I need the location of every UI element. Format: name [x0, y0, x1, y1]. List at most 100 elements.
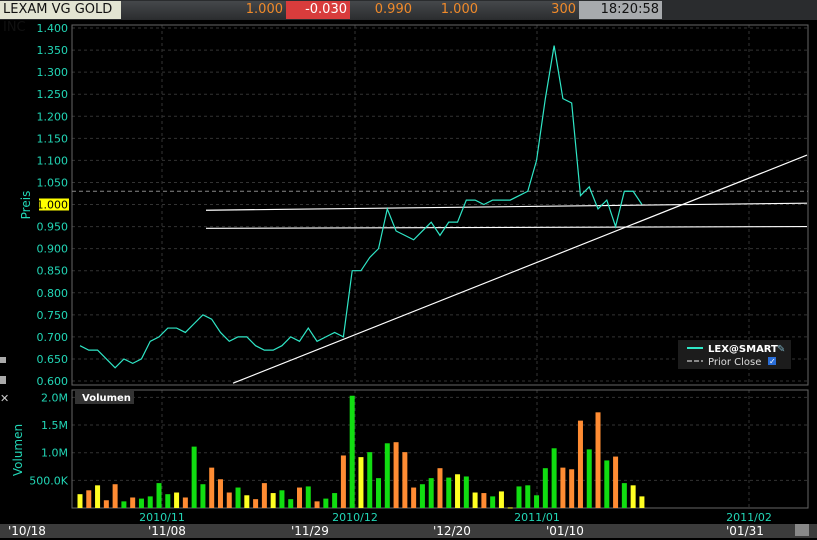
- check-icon: ✓: [769, 357, 776, 366]
- volume-bar: [226, 492, 232, 508]
- volume-title: Volumen: [82, 393, 131, 404]
- volume-bar: [428, 478, 434, 508]
- price-tick-label: 0.750: [37, 309, 69, 322]
- price-tick-label: 1.300: [37, 66, 69, 79]
- volume-bar: [191, 446, 197, 508]
- volume-bar: [332, 493, 338, 508]
- volume-bar: [200, 484, 206, 508]
- volume-bar: [411, 487, 417, 508]
- volume-bar: [182, 497, 188, 508]
- volume-tick-label: 500.0K: [29, 474, 68, 487]
- volume-bar: [455, 474, 461, 508]
- price-tick-label: 1.350: [37, 44, 69, 57]
- volume-bar: [86, 490, 92, 508]
- volume-bar: [604, 460, 610, 508]
- date-axis: 2010/11 2010/12 2011/01 2011/02: [139, 511, 772, 524]
- date-tick-label: 2011/01: [514, 511, 560, 524]
- price-tick-label: 1.250: [37, 88, 69, 101]
- price-axis-label: Preis: [19, 191, 33, 220]
- volume-bar: [95, 485, 101, 508]
- volume-bar: [586, 449, 592, 508]
- price-tick-label: 0.950: [37, 221, 69, 234]
- volume-bar: [613, 456, 619, 508]
- volume-bar: [156, 483, 162, 508]
- volume-bar: [560, 467, 566, 508]
- scroll-label: '11/29: [291, 524, 329, 538]
- volume-tick-label: 2.0M: [41, 391, 68, 404]
- volume-bar: [498, 491, 504, 508]
- price-axis: 0.600 0.650 0.700 0.750 0.800 0.850 0.900 0.950…: [37, 22, 69, 388]
- volume-bar: [402, 452, 408, 508]
- volume-bar: [639, 496, 645, 508]
- volume-bar: [542, 468, 548, 508]
- volume-axis-label: Volumen: [11, 424, 25, 476]
- date-tick-label: 2011/02: [726, 511, 772, 524]
- close-panel-icon[interactable]: ✕: [0, 392, 9, 405]
- scroll-label: '11/08: [148, 524, 186, 538]
- scroll-label: '10/18: [8, 524, 46, 538]
- volume-bar: [393, 442, 399, 508]
- volume-bar: [367, 452, 373, 508]
- volume-bar: [323, 498, 329, 508]
- volume-bar: [77, 494, 83, 508]
- wrench-icon[interactable]: ✎: [777, 344, 785, 355]
- collapse-icon[interactable]: [0, 357, 6, 363]
- volume-bar: [463, 476, 469, 508]
- lock-icon[interactable]: [0, 376, 6, 384]
- price-tick-label: 1.200: [37, 110, 69, 123]
- volume-bar: [209, 467, 215, 508]
- price-tick-label: 1.100: [37, 154, 69, 167]
- volume-bar: [261, 483, 267, 508]
- volume-bar: [103, 500, 109, 508]
- price-tick-label: 0.650: [37, 353, 69, 366]
- volume-bar: [130, 497, 136, 508]
- scroll-end-handle[interactable]: [795, 524, 809, 536]
- volume-bar: [349, 395, 355, 508]
- price-tick-label: 0.900: [37, 243, 69, 256]
- volume-bar: [165, 494, 171, 508]
- volume-tick-label: 1.0M: [41, 447, 68, 460]
- scroll-label: '01/10: [546, 524, 584, 538]
- price-tick-label: 0.800: [37, 287, 69, 300]
- volume-bar: [340, 455, 346, 508]
- volume-grid: [72, 396, 808, 481]
- volume-bar: [112, 484, 118, 508]
- volume-bar: [630, 485, 636, 508]
- volume-bar: [472, 492, 478, 508]
- volume-bar: [551, 448, 557, 508]
- volume-bar: [595, 412, 601, 508]
- price-tick-label: 0.850: [37, 265, 69, 278]
- volume-axis: 500.0K 1.0M 1.5M 2.0M: [29, 391, 68, 487]
- volume-bar: [270, 493, 276, 508]
- volume-bar: [297, 487, 302, 508]
- volume-bar: [253, 499, 259, 508]
- price-tick-label: 1.150: [37, 132, 69, 145]
- volume-bar: [147, 496, 153, 508]
- price-tick-label: 0.700: [37, 331, 69, 344]
- volume-bar: [446, 477, 452, 508]
- date-tick-label: 2010/11: [139, 511, 185, 524]
- volume-bars: [77, 395, 645, 509]
- volume-bar: [577, 420, 583, 508]
- time-scrollbar[interactable]: '10/18 '11/08 '11/29 '12/20 '01/10 '01/3…: [0, 524, 817, 538]
- volume-bar: [481, 493, 487, 508]
- price-tick-label: 0.600: [37, 375, 69, 388]
- volume-bar: [490, 496, 496, 508]
- volume-bar: [384, 443, 390, 508]
- volume-bar: [235, 487, 241, 508]
- date-tick-label: 2010/12: [332, 511, 378, 524]
- volume-tick-label: 1.5M: [41, 419, 68, 432]
- price-tick-label: 1.000: [37, 199, 69, 212]
- volume-bar: [244, 495, 250, 508]
- volume-bar: [358, 457, 364, 508]
- price-volume-chart: 0.600 0.650 0.700 0.750 0.800 0.850 0.900 0.950…: [0, 22, 809, 524]
- volume-bar: [279, 490, 285, 508]
- volume-bar: [376, 478, 382, 508]
- volume-bar: [534, 495, 540, 508]
- scroll-label: '01/31: [726, 524, 764, 538]
- volume-bar: [121, 501, 127, 508]
- legend-prior-close: Prior Close: [708, 357, 761, 368]
- volume-bar: [305, 486, 311, 508]
- price-tick-label: 1.050: [37, 176, 69, 189]
- volume-bar: [288, 499, 294, 508]
